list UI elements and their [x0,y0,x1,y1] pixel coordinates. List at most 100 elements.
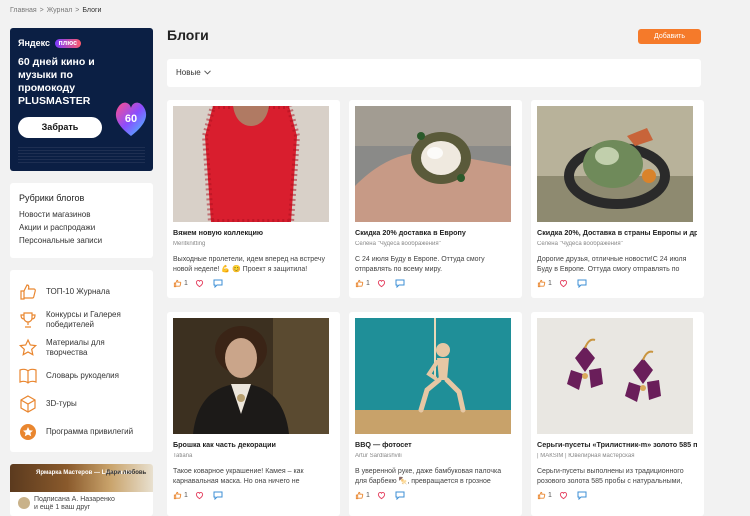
like-button[interactable]: 1 [173,279,188,288]
like-button[interactable]: 1 [173,491,188,500]
card-photo[interactable] [537,106,693,222]
like-count: 1 [366,280,370,287]
heart-icon [195,279,203,288]
sort-bar: Новые [167,59,701,87]
like-count: 1 [548,280,552,287]
promo-subscribers: Подписана А. Назаренко и ещё 1 ваш друг [10,492,153,512]
menu-materials[interactable]: Материалы для творчества [18,334,145,362]
thumbs-up-icon [537,491,546,500]
add-button[interactable]: Добавить [638,29,701,44]
comment-button[interactable] [213,279,225,288]
blog-card[interactable]: Серьги-пусеты «Трилистник-m» золото 585 … [531,312,704,516]
comment-icon [395,491,405,500]
comment-icon [577,491,587,500]
comment-icon [213,279,223,288]
blog-card[interactable]: Брошка как часть декорации Tatiana Такое… [167,312,340,516]
comment-button[interactable] [577,279,589,288]
comment-button[interactable] [577,491,589,500]
blog-card[interactable]: Вяжем новую коллекцию Meritknitting Выхо… [167,100,340,298]
avatar [18,497,30,509]
menu-privileges[interactable]: Программа привилегий [18,418,145,446]
card-description: Дорогие друзья, отличные новости!С 24 ию… [537,256,687,273]
blog-card[interactable]: Скидка 20%, Доставка в страны Европы и д… [531,100,704,298]
ad-plus-badge: плюс [54,39,81,48]
page-title: Блоги [167,27,209,43]
journal-menu: ТОП-10 Журнала Конкурсы и Галерея победи… [10,270,153,452]
rubric-shop-news[interactable]: Новости магазинов [19,208,144,221]
promo-livemaster[interactable]: Ярмарка Мастеров — Livemaster Дари любовь… [10,464,153,516]
blog-card[interactable]: Скидка 20% доставка в Европу Селена "Чуд… [349,100,522,298]
rubric-sales[interactable]: Акции и распродажи [19,221,144,234]
heart-icon [377,279,385,288]
breadcrumb-current: Блоги [82,7,102,14]
chevron-down-icon [203,70,211,75]
rubric-personal[interactable]: Персональные записи [19,234,144,247]
thumbs-up-icon [355,491,364,500]
breadcrumb-journal[interactable]: Журнал [47,7,73,14]
menu-dictionary[interactable]: Словарь рукоделия [18,362,145,390]
favorite-button[interactable] [559,279,570,288]
ad-claim-button[interactable]: Забрать [18,117,102,138]
favorite-button[interactable] [195,279,206,288]
card-title[interactable]: Скидка 20%, Доставка в страны Европы и д… [537,228,697,237]
card-photo[interactable] [355,106,511,222]
ad-text: 60 дней кино и музыки по промокоду PLUSM… [18,56,95,107]
svg-text:60: 60 [125,113,137,125]
card-title[interactable]: BBQ — фотосет [355,440,515,449]
card-author[interactable]: Artur Sardlaishvili [355,453,515,459]
cube-icon [20,395,36,413]
like-count: 1 [366,492,370,499]
menu-contests[interactable]: Конкурсы и Галерея победителей [18,306,145,334]
heart-icon [377,491,385,500]
comment-icon [577,279,587,288]
breadcrumb-home[interactable]: Главная [10,7,37,14]
card-photo[interactable] [537,318,693,434]
promo-image: Ярмарка Мастеров — Livemaster Дари любовь [10,464,153,492]
book-icon [19,368,37,384]
menu-top10[interactable]: ТОП-10 Журнала [18,278,145,306]
favorite-button[interactable] [377,279,388,288]
ad-brand: Яндекс плюс [18,38,81,48]
card-photo[interactable] [355,318,511,434]
like-count: 1 [184,280,188,287]
blog-card[interactable]: BBQ — фотосет Artur Sardlaishvili В увер… [349,312,522,516]
like-button[interactable]: 1 [537,279,552,288]
like-button[interactable]: 1 [537,491,552,500]
card-author[interactable]: Tatiana [173,453,333,459]
card-author[interactable]: Meritknitting [173,241,333,247]
comment-button[interactable] [213,491,225,500]
card-description: С 24 июля Буду в Европе. Оттуда смогу от… [355,256,485,273]
ad-banner[interactable]: Яндекс плюс 60 дней кино и музыки по про… [10,28,153,171]
like-button[interactable]: 1 [355,491,370,500]
card-title[interactable]: Брошка как часть декорации [173,440,333,449]
like-count: 1 [184,492,188,499]
heart-icon [559,279,567,288]
comment-icon [395,279,405,288]
card-title[interactable]: Вяжем новую коллекцию [173,228,333,237]
privilege-badge-icon [20,424,36,440]
sort-select[interactable]: Новые [176,68,211,77]
heart-60-icon: 60 [115,102,147,136]
menu-3d-tours[interactable]: 3D-туры [18,390,145,418]
comment-button[interactable] [395,279,407,288]
comment-button[interactable] [395,491,407,500]
comment-icon [213,491,223,500]
favorite-button[interactable] [377,491,388,500]
thumbs-up-icon [537,279,546,288]
ad-fine-print [18,145,145,165]
card-author[interactable]: | МАКSIМ | Ювелирная мастерская [537,453,697,459]
card-title[interactable]: Серьги-пусеты «Трилистник-m» золото 585 … [537,440,697,449]
card-photo[interactable] [173,106,329,222]
card-description: В уверенной руке, даже бамбуковая палочк… [355,468,502,485]
card-author[interactable]: Селена "Чудеса воображения" [355,241,515,247]
blog-rubrics-panel: Рубрики блогов Новости магазинов Акции и… [10,183,153,258]
like-button[interactable]: 1 [355,279,370,288]
favorite-button[interactable] [195,491,206,500]
like-count: 1 [548,492,552,499]
card-author[interactable]: Селена "Чудеса воображения" [537,241,697,247]
card-description: Серьги-пусеты выполнены из традиционного… [537,468,684,485]
card-description: Такое коварное украшение! Камея – как ка… [173,468,304,485]
favorite-button[interactable] [559,491,570,500]
card-photo[interactable] [173,318,329,434]
card-title[interactable]: Скидка 20% доставка в Европу [355,228,515,237]
